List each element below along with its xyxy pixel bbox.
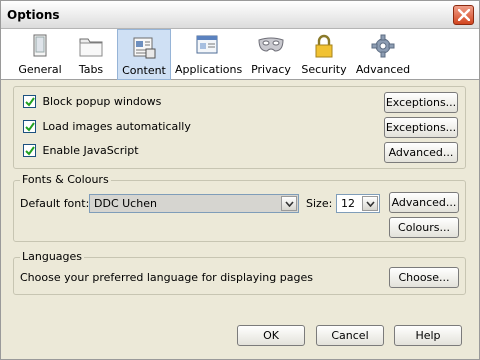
languages-group: Languages Choose your preferred language… [13,250,466,295]
tab-content[interactable]: Content [117,29,171,80]
help-button[interactable]: Help [394,325,462,346]
font-size-select[interactable]: 12 [336,194,380,213]
tab-security[interactable]: Security [299,29,349,80]
block-popups-checkbox[interactable] [23,94,36,108]
load-images-row[interactable]: Load images automatically [23,119,191,135]
tab-advanced[interactable]: Advanced [353,29,413,80]
enable-js-checkbox[interactable] [23,143,36,157]
tab-tabs-label: Tabs [78,63,104,76]
tab-applications-label: Applications [175,63,243,76]
chevron-down-icon [285,201,294,207]
close-icon [458,9,470,21]
gear-icon [371,34,395,58]
content-settings-group: Block popup windows Load images automati… [13,86,466,169]
font-size-dropdown-button[interactable] [362,196,378,211]
checkmark-icon [25,96,35,107]
tab-security-label: Security [301,63,347,76]
applications-icon [196,35,218,54]
checkmark-icon [25,145,35,156]
exceptions-popup-button[interactable]: Exceptions... [384,92,458,113]
languages-group-title: Languages [20,250,85,263]
general-icon [33,34,47,57]
cancel-button[interactable]: Cancel [316,325,384,346]
block-popups-label: Block popup windows [42,94,162,108]
fonts-colours-group: Fonts & Colours Default font: DDC Uchen … [13,173,466,242]
title-bar: Options [1,1,479,29]
fonts-advanced-button[interactable]: Advanced... [389,192,459,213]
close-button[interactable] [453,5,474,25]
options-dialog: Options General Tabs Content Application… [0,0,480,360]
tab-privacy[interactable]: Privacy [247,29,295,80]
tabs-icon [79,38,103,57]
exceptions-images-button[interactable]: Exceptions... [384,117,458,138]
colours-button[interactable]: Colours... [389,217,459,238]
tab-general-label: General [18,63,62,76]
size-label: Size: [306,197,333,210]
content-icon [133,37,156,59]
default-font-label: Default font: [20,197,90,210]
tab-applications[interactable]: Applications [175,29,243,80]
tab-advanced-label: Advanced [355,63,411,76]
enable-js-label: Enable JavaScript [42,143,139,157]
enable-js-row[interactable]: Enable JavaScript [23,143,139,159]
advanced-js-button[interactable]: Advanced... [384,142,458,163]
ok-button[interactable]: OK [237,325,305,346]
tab-content-label: Content [122,64,166,77]
category-toolbar: General Tabs Content Applications Privac… [1,29,479,80]
tab-general[interactable]: General [15,29,65,80]
choose-language-button[interactable]: Choose... [389,267,459,288]
default-font-value: DDC Uchen [94,197,157,210]
tab-tabs[interactable]: Tabs [69,29,113,80]
chevron-down-icon [366,201,375,207]
privacy-mask-icon [258,37,284,52]
default-font-select[interactable]: DDC Uchen [89,194,299,213]
block-popups-row[interactable]: Block popup windows [23,94,161,110]
tab-privacy-label: Privacy [251,63,291,76]
default-font-dropdown-button[interactable] [281,196,297,211]
window-title: Options [7,8,60,22]
checkmark-icon [25,121,35,132]
fonts-group-title: Fonts & Colours [20,173,111,186]
load-images-checkbox[interactable] [23,119,36,133]
load-images-label: Load images automatically [42,119,191,133]
font-size-value: 12 [341,197,355,210]
languages-description: Choose your preferred language for displ… [20,271,313,284]
padlock-icon [315,34,333,58]
